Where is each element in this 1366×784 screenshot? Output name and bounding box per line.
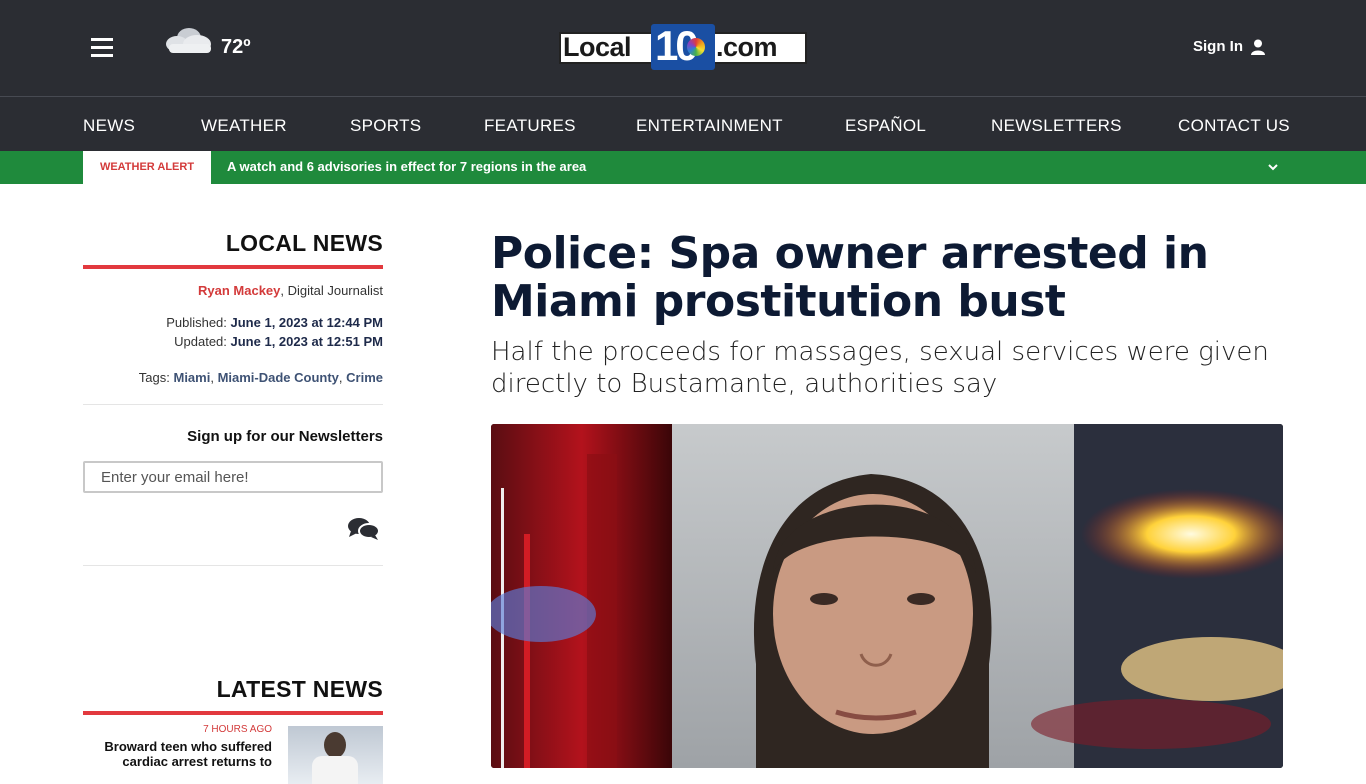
hero-image-graphic [491,424,1283,768]
article-hero-image[interactable] [491,424,1283,768]
newsletter-email-input[interactable] [83,461,383,493]
nav-espanol[interactable]: ESPAÑOL [845,116,926,136]
sidebar-divider-2 [83,565,383,566]
logo-text-local: Local [563,32,632,62]
cloudy-weather-icon[interactable] [163,24,213,56]
thumbnail-face [324,732,346,758]
author-link[interactable]: Ryan Mackey [198,283,280,298]
weather-alert-bar[interactable]: WEATHER ALERT A watch and 6 advisories i… [0,151,1366,184]
latest-news-thumbnail[interactable] [288,726,383,784]
section-title-latest-news[interactable]: LATEST NEWS [83,676,383,703]
menu-icon[interactable] [91,38,113,58]
tag-crime[interactable]: Crime [346,370,383,385]
nav-contact-us[interactable]: CONTACT US [1178,116,1290,136]
user-icon [1251,39,1265,55]
article-headline: Police: Spa owner arrested in Miami pros… [491,228,1209,327]
temperature-reading[interactable]: 72º [221,36,251,59]
nav-sports[interactable]: SPORTS [350,116,421,136]
site-header: 72º Local 10 .com Sign In [0,0,1366,96]
updated-label: Updated: [174,334,231,349]
nav-weather[interactable]: WEATHER [201,116,287,136]
thumbnail-shirt [312,756,358,784]
nav-news[interactable]: NEWS [83,116,135,136]
nav-entertainment[interactable]: ENTERTAINMENT [636,116,783,136]
latest-news-headline-line-2: cardiac arrest returns to [122,754,272,769]
updated-value: June 1, 2023 at 12:51 PM [230,334,383,349]
chevron-down-icon[interactable] [1266,160,1280,174]
published-date: Published: June 1, 2023 at 12:44 PM [83,315,383,330]
latest-news-headline-line-1: Broward teen who suffered [104,739,272,754]
logo-rainbow-icon [687,38,705,56]
tag-miami[interactable]: Miami [173,370,210,385]
newsletter-title: Sign up for our Newsletters [187,428,383,445]
section-underline [83,265,383,269]
weather-alert-text[interactable]: A watch and 6 advisories in effect for 7… [227,159,586,174]
sign-in-button[interactable]: Sign In [1193,38,1265,55]
article-tags: Tags: Miami, Miami-Dade County, Crime [138,370,383,385]
latest-news-headline[interactable]: Broward teen who suffered cardiac arrest… [82,739,272,769]
section-title-local-news[interactable]: LOCAL NEWS [83,230,383,257]
tag-miami-dade-county[interactable]: Miami-Dade County [218,370,339,385]
logo-text-com: .com [716,32,778,62]
local10-logo[interactable]: Local 10 .com [559,22,807,70]
nav-features[interactable]: FEATURES [484,116,576,136]
published-label: Published: [166,315,231,330]
tags-label: Tags: [138,370,174,385]
article-subheadline: Half the proceeds for massages, sexual s… [491,337,1269,399]
latest-news-time: 7 HOURS AGO [203,724,272,735]
published-value: June 1, 2023 at 12:44 PM [230,315,383,330]
section-underline-latest [83,711,383,715]
sign-in-label: Sign In [1193,38,1243,55]
comments-icon[interactable] [347,516,381,542]
nav-newsletters[interactable]: NEWSLETTERS [991,116,1122,136]
author-role: , Digital Journalist [280,283,383,298]
sidebar-divider [83,404,383,405]
updated-date: Updated: June 1, 2023 at 12:51 PM [83,334,383,349]
byline: Ryan Mackey, Digital Journalist [83,283,383,298]
weather-alert-tag: WEATHER ALERT [83,151,211,184]
latest-news-item[interactable]: 7 HOURS AGO Broward teen who suffered ca… [83,724,383,784]
main-nav: NEWS WEATHER SPORTS FEATURES ENTERTAINME… [0,96,1366,151]
